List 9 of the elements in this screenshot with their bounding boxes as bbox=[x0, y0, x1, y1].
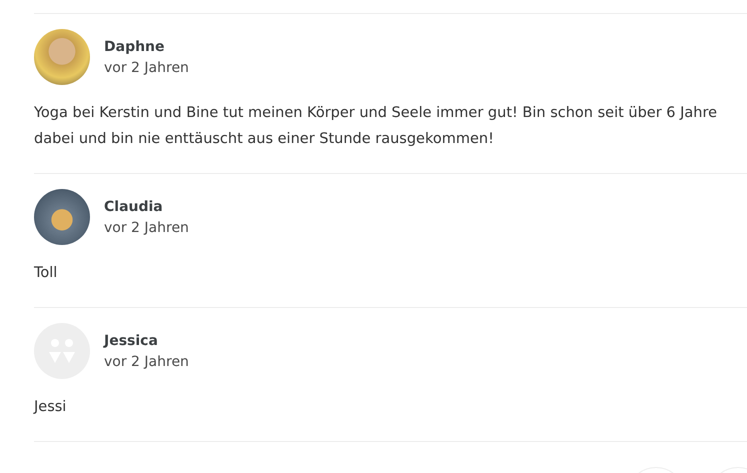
review-text: Jessi bbox=[34, 398, 68, 417]
review-time: vor 2 Jahren bbox=[104, 60, 189, 76]
review-text: Toll bbox=[34, 264, 58, 283]
review-time: vor 2 Jahren bbox=[104, 354, 189, 370]
reviewer-name: Daphne bbox=[104, 38, 166, 54]
review-time: vor 2 Jahren bbox=[104, 220, 189, 236]
reviewer-name: Claudia bbox=[104, 198, 164, 214]
review-text: Yoga bei Kerstin und Bine tut meinen Körper und Seele immer gut! Bin schon seit über 6 Jahre dabei und bin nie enttäuscht aus einer Stunde rausgekommen! bbox=[34, 104, 718, 149]
reviewer-name: Jessica bbox=[104, 332, 159, 348]
